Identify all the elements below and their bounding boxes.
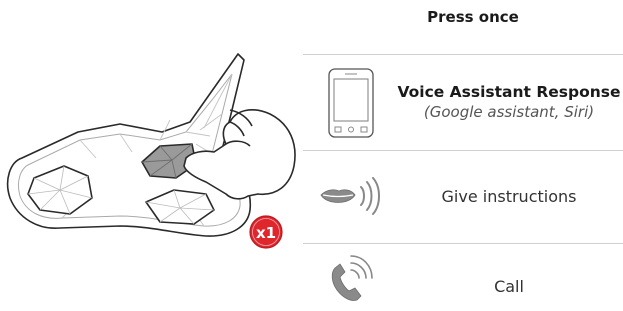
give-instructions-label: Give instructions <box>441 187 577 206</box>
call-text: Call <box>395 277 623 296</box>
press-count-badge: x1 <box>249 215 283 249</box>
badge-label: x1 <box>256 224 276 242</box>
give-instructions-text: Give instructions <box>395 187 623 206</box>
voice-assistant-title: Voice Assistant Response <box>397 83 621 101</box>
row-call: Call <box>303 244 623 311</box>
column-header: Press once <box>427 8 519 26</box>
call-label: Call <box>494 277 524 296</box>
row-give-instructions: Give instructions <box>303 151 623 243</box>
voice-assistant-subtitle: (Google assistant, Siri) <box>423 103 595 121</box>
speaking-mouth-icon <box>320 177 380 215</box>
smartphone-icon <box>328 68 374 138</box>
intercom-device-illustration: x1 <box>6 53 296 249</box>
voice-assistant-text: Voice Assistant Response (Google assista… <box>395 83 623 121</box>
row-voice-assistant: Voice Assistant Response (Google assista… <box>303 55 623 150</box>
phone-call-icon <box>331 255 373 301</box>
